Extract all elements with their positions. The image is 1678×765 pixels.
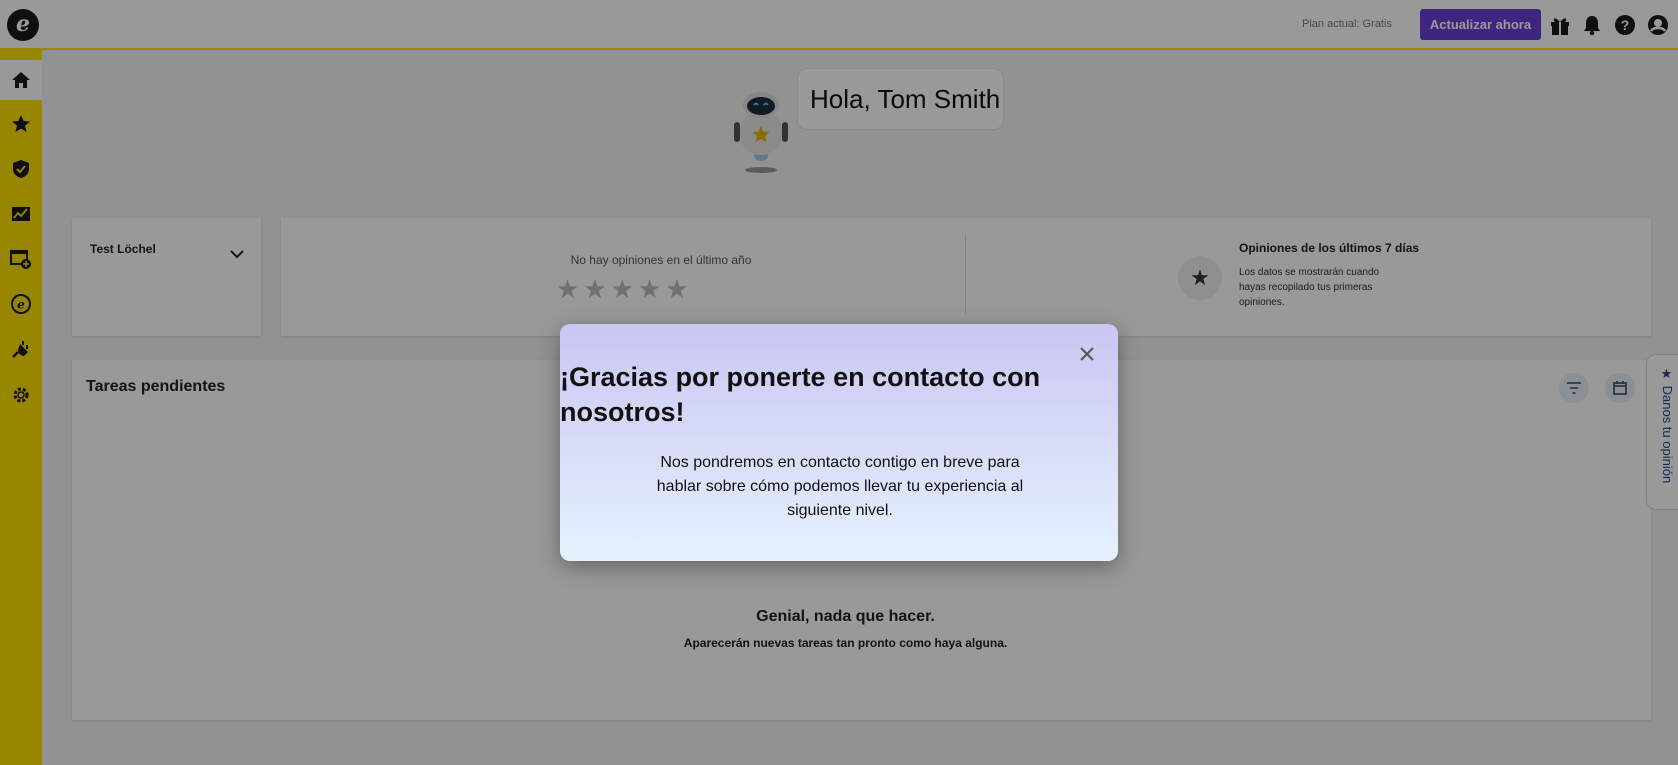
- modal-title: ¡Gracias por ponerte en contacto con nos…: [560, 362, 1041, 427]
- close-icon[interactable]: [1077, 344, 1097, 364]
- modal-body: Nos pondremos en contacto contigo en bre…: [656, 454, 1024, 519]
- thank-you-modal: ¡Gracias por ponerte en contacto con nos…: [560, 324, 1118, 561]
